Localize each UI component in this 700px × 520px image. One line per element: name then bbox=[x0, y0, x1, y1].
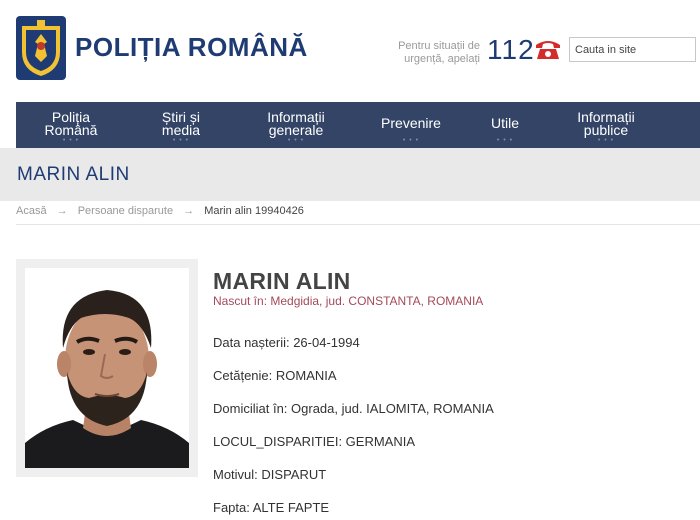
nav-item-label: Informații generale bbox=[267, 108, 325, 138]
breadcrumb-missing-persons[interactable]: Persoane disparute bbox=[78, 205, 173, 217]
main-nav: Poliția Română • • • Știri și media • • … bbox=[16, 102, 700, 148]
breadcrumb-current: Marin alin 19940426 bbox=[204, 205, 304, 217]
site-header: POLIȚIA ROMÂNĂ Pentru situații de urgenț… bbox=[0, 0, 700, 100]
nav-item-utile[interactable]: Utile • • • bbox=[466, 102, 544, 148]
nav-item-label: Știri și media bbox=[161, 108, 201, 138]
nav-dots: • • • bbox=[402, 137, 420, 144]
nav-item-informatii-generale[interactable]: Informații generale • • • bbox=[236, 102, 356, 148]
nav-item-label: Poliția Română bbox=[44, 108, 98, 138]
nav-dots: • • • bbox=[597, 137, 615, 144]
emergency-text: Pentru situații de urgență, apelați bbox=[398, 40, 480, 65]
nav-item-informatii-publice[interactable]: Informații publice • • • bbox=[544, 102, 668, 148]
divider bbox=[16, 224, 700, 225]
detail-residence: Domiciliat în: Ograda, jud. IALOMITA, RO… bbox=[213, 401, 494, 416]
person-photo bbox=[25, 268, 189, 468]
breadcrumb-separator: → bbox=[56, 205, 68, 217]
detail-birth-date: Data nașterii: 26-04-1994 bbox=[213, 335, 360, 350]
detail-offense: Fapta: ALTE FAPTE bbox=[213, 500, 330, 515]
police-logo[interactable] bbox=[16, 16, 66, 80]
page-title: MARIN ALIN bbox=[17, 164, 130, 185]
person-photo-frame bbox=[16, 259, 198, 477]
breadcrumb-separator: → bbox=[183, 205, 195, 217]
nav-dots: • • • bbox=[172, 137, 190, 144]
person-photo-illustration bbox=[25, 268, 189, 468]
person-name: MARIN ALIN bbox=[213, 268, 351, 294]
page-title-band: MARIN ALIN bbox=[0, 148, 700, 201]
nav-item-stiri-media[interactable]: Știri și media • • • bbox=[126, 102, 236, 148]
breadcrumb: Acasă → Persoane disparute → Marin alin … bbox=[16, 205, 304, 217]
nav-dots: • • • bbox=[496, 137, 514, 144]
emergency-number: 112 bbox=[487, 34, 535, 65]
detail-citizenship: Cetățenie: ROMANIA bbox=[213, 368, 337, 383]
nav-item-label: Prevenire bbox=[381, 115, 441, 131]
phone-icon bbox=[536, 41, 560, 59]
detail-reason: Motivul: DISPARUT bbox=[213, 467, 327, 482]
nav-dots: • • • bbox=[287, 137, 305, 144]
nav-item-label: Informații publice bbox=[577, 108, 635, 138]
nav-item-prevenire[interactable]: Prevenire • • • bbox=[356, 102, 466, 148]
nav-item-label: Utile bbox=[490, 115, 519, 131]
nav-dots: • • • bbox=[62, 137, 80, 144]
site-title[interactable]: POLIȚIA ROMÂNĂ bbox=[75, 32, 308, 63]
person-birthplace: Nascut în: Medgidia, jud. CONSTANTA, ROM… bbox=[213, 294, 484, 308]
detail-disappearance-place: LOCUL_DISPARITIEI: GERMANIA bbox=[213, 434, 416, 449]
nav-item-politia-romana[interactable]: Poliția Română • • • bbox=[16, 102, 126, 148]
breadcrumb-home[interactable]: Acasă bbox=[16, 205, 47, 217]
search-input[interactable] bbox=[569, 37, 696, 62]
